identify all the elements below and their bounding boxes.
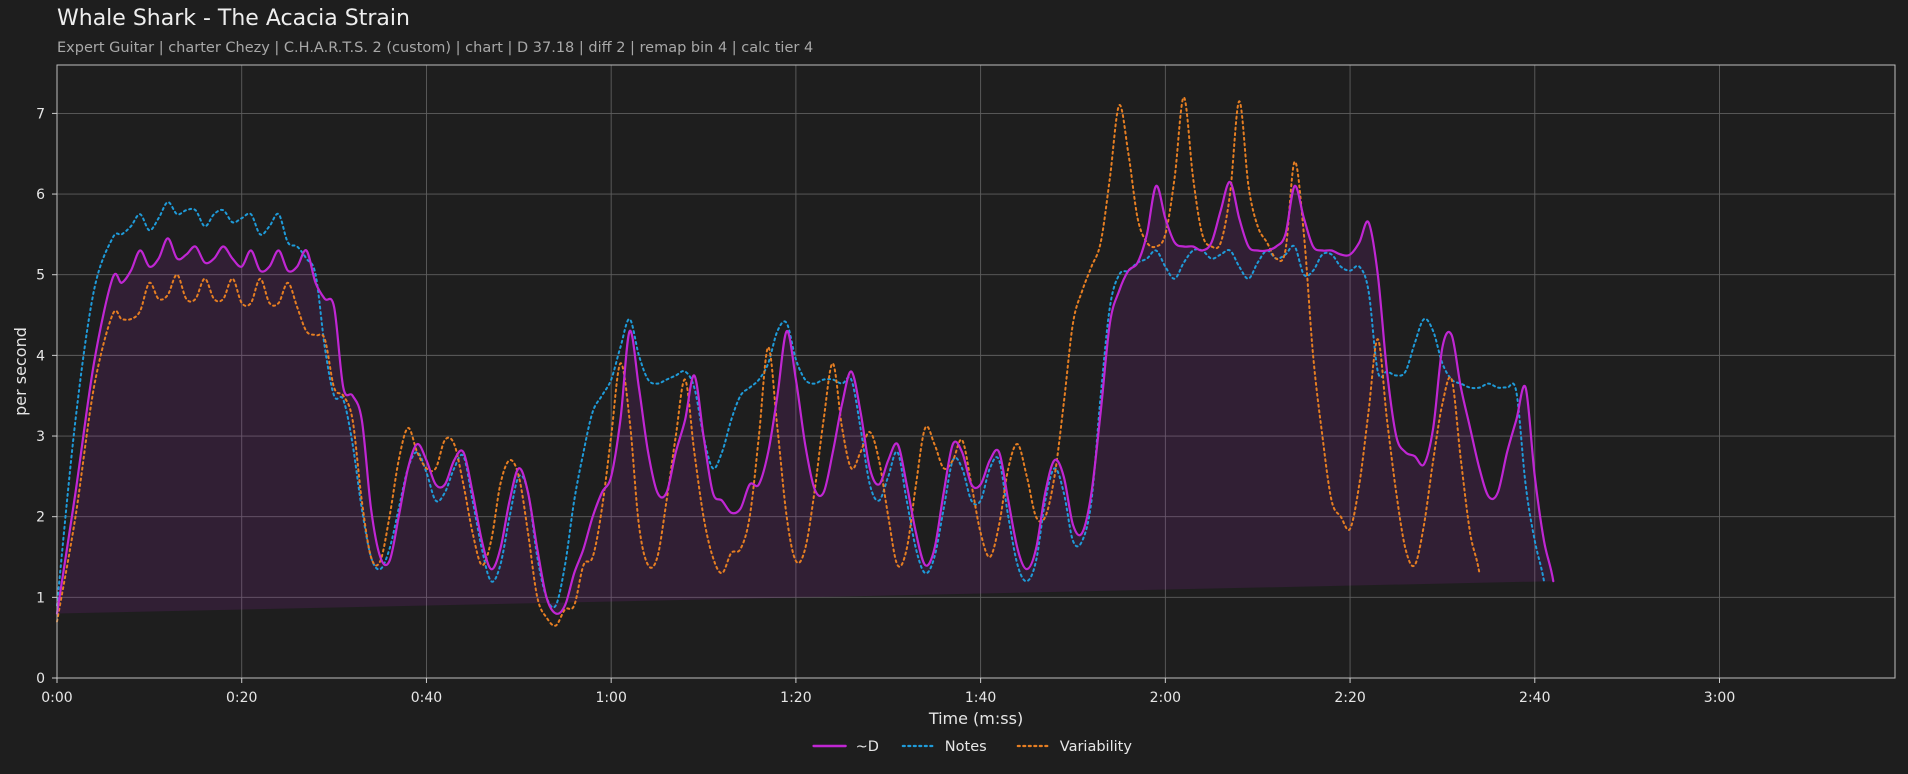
- x-axis-label: Time (m:ss): [928, 709, 1023, 728]
- y-tick-label: 0: [36, 671, 45, 687]
- y-tick-label: 4: [36, 348, 45, 364]
- legend-label: Variability: [1060, 739, 1133, 755]
- y-tick-label: 6: [36, 187, 45, 203]
- y-tick-label: 7: [36, 106, 45, 122]
- x-tick-label: 1:40: [965, 690, 996, 706]
- y-tick-label: 5: [36, 268, 45, 284]
- x-tick-label: 0:20: [226, 690, 257, 706]
- x-tick-label: 3:00: [1704, 690, 1735, 706]
- legend: ~D Notes Variability: [812, 739, 1133, 755]
- x-tick-label: 0:00: [41, 690, 72, 706]
- y-tick-label: 2: [36, 510, 45, 526]
- x-tick-label: 1:00: [595, 690, 626, 706]
- chart-figure: Whale Shark - The Acacia Strain Expert G…: [0, 0, 1908, 774]
- chart-canvas: 0 1 2 3 4 5 6 7 0:00 0:20 0:40 1:00 1:20 1:40 2:00 2:20…: [11, 64, 1896, 755]
- legend-label: Notes: [945, 739, 987, 755]
- x-tick-label: 2:00: [1150, 690, 1181, 706]
- y-axis-label: per second: [11, 327, 30, 416]
- y-tick-label: 1: [36, 590, 45, 606]
- x-tick-label: 2:40: [1519, 690, 1550, 706]
- x-tick-label: 0:40: [411, 690, 442, 706]
- x-tick-label: 1:20: [780, 690, 811, 706]
- y-tick-label: 3: [36, 429, 45, 445]
- x-tick-label: 2:20: [1334, 690, 1365, 706]
- legend-label: ~D: [856, 739, 879, 755]
